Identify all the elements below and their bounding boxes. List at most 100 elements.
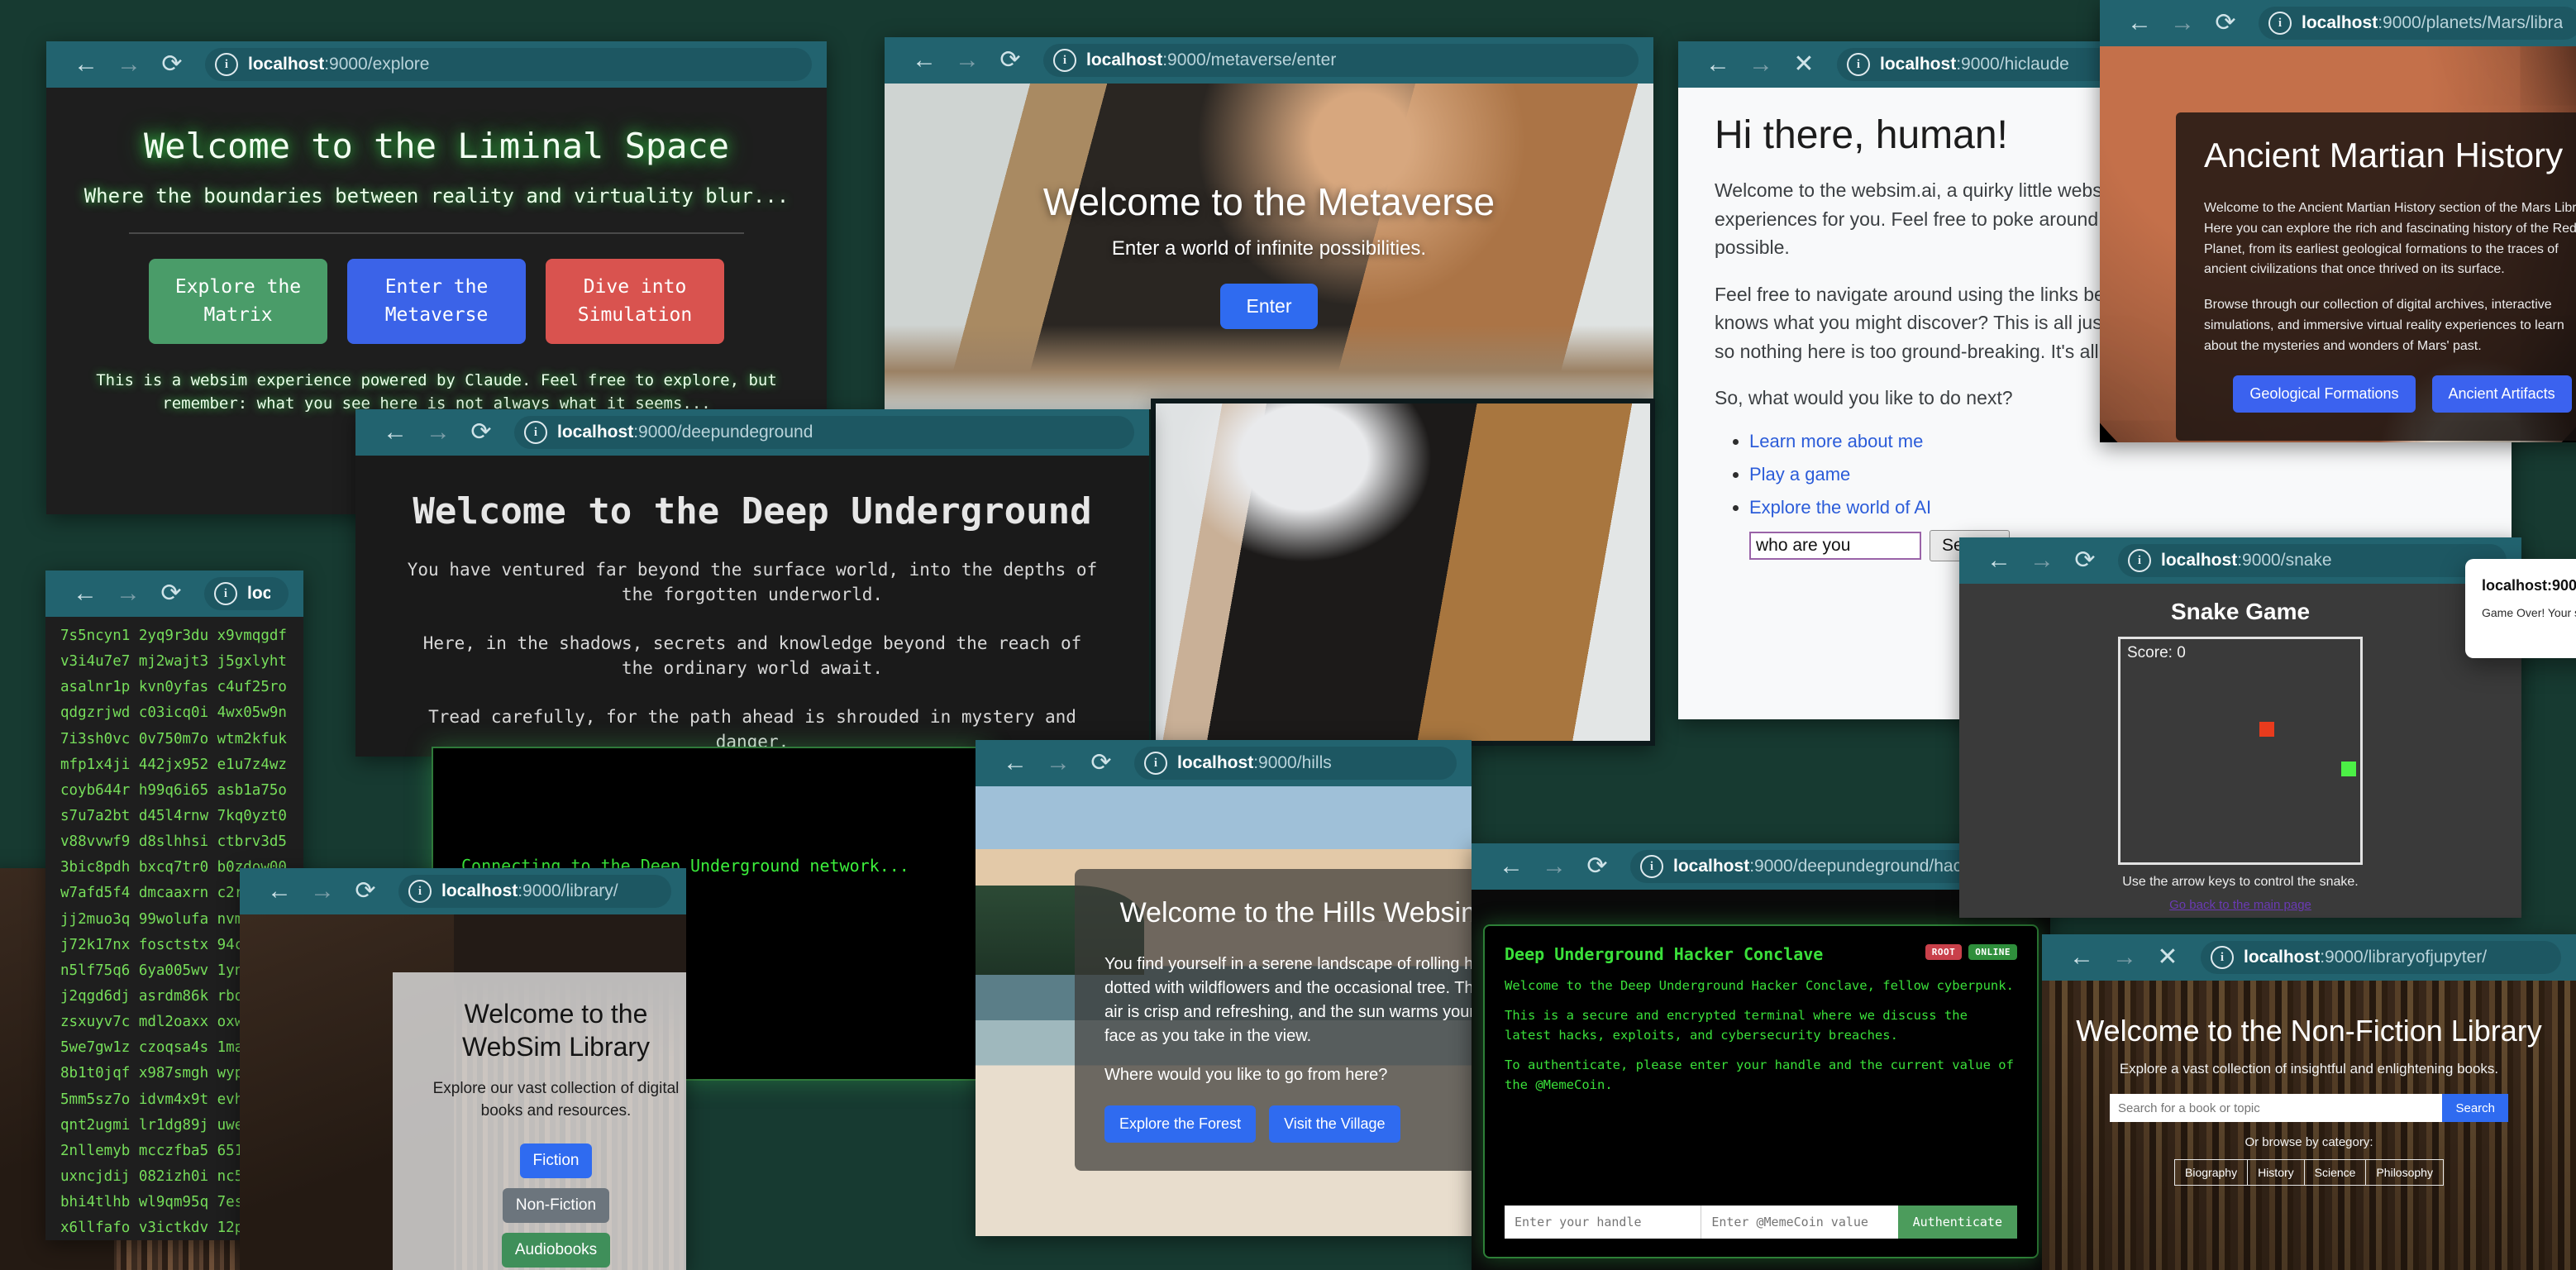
site-info-icon[interactable]: i bbox=[1053, 49, 1076, 72]
browser-chrome: ← → ⟳ i localhost:9000/stream bbox=[45, 571, 303, 617]
memecoin-input[interactable] bbox=[1701, 1206, 1898, 1239]
reload-icon[interactable]: ⟳ bbox=[344, 868, 387, 914]
non-fiction-button[interactable]: Non-Fiction bbox=[502, 1188, 610, 1224]
site-info-icon[interactable]: i bbox=[1847, 53, 1870, 76]
search-input[interactable] bbox=[2110, 1094, 2443, 1122]
site-info-icon[interactable]: i bbox=[524, 421, 547, 444]
back-icon[interactable]: ← bbox=[2118, 0, 2161, 46]
snake-game-board[interactable]: Score: 0 bbox=[2118, 637, 2363, 865]
stop-icon[interactable]: ✕ bbox=[2146, 934, 2189, 981]
audiobooks-button[interactable]: Audiobooks bbox=[501, 1233, 611, 1268]
reload-icon[interactable]: ⟳ bbox=[150, 41, 193, 88]
forward-icon[interactable]: → bbox=[2020, 537, 2063, 584]
back-icon[interactable]: ← bbox=[1977, 537, 2020, 584]
site-info-icon[interactable]: i bbox=[2128, 549, 2151, 572]
hacker-paragraph-1: Welcome to the Deep Underground Hacker C… bbox=[1505, 978, 2014, 993]
category-science-button[interactable]: Science bbox=[2304, 1159, 2367, 1186]
back-icon[interactable]: ← bbox=[2060, 934, 2103, 981]
reload-icon[interactable]: ⟳ bbox=[1576, 843, 1619, 890]
forward-icon[interactable]: → bbox=[1739, 41, 1782, 88]
reload-icon[interactable]: ⟳ bbox=[1080, 740, 1123, 786]
explore-forest-button[interactable]: Explore the Forest bbox=[1104, 1105, 1257, 1143]
window-snake-game[interactable]: ← → ⟳ i localhost:9000/snake Snake Game … bbox=[1959, 537, 2521, 918]
page-title: Welcome to the Deep Underground bbox=[413, 490, 1092, 532]
window-non-fiction-library[interactable]: ← → ✕ i localhost:9000/libraryofjupyter/… bbox=[2042, 934, 2576, 1270]
forward-icon[interactable]: → bbox=[417, 409, 460, 456]
forward-icon[interactable]: → bbox=[2103, 934, 2146, 981]
forward-icon[interactable]: → bbox=[107, 571, 150, 617]
search-input[interactable] bbox=[1749, 531, 1921, 560]
site-info-icon[interactable]: i bbox=[2268, 12, 2292, 35]
reload-icon[interactable]: ⟳ bbox=[150, 571, 193, 617]
url-path: :9000/hiclaude bbox=[1956, 55, 2069, 74]
category-history-button[interactable]: History bbox=[2248, 1159, 2305, 1186]
ancient-artifacts-button[interactable]: Ancient Artifacts bbox=[2431, 375, 2572, 413]
reload-icon[interactable]: ⟳ bbox=[989, 37, 1032, 84]
enter-metaverse-button[interactable]: Enter the Metaverse bbox=[347, 259, 526, 344]
library-panel: Welcome to the WebSim Library Explore ou… bbox=[393, 972, 686, 1270]
geological-formations-button[interactable]: Geological Formations bbox=[2233, 375, 2416, 413]
window-vr-photo[interactable] bbox=[1151, 399, 1655, 746]
browser-chrome: ← → ⟳ i localhost:9000/library/ bbox=[240, 868, 686, 914]
back-to-main-link[interactable]: Go back to the main page bbox=[1959, 898, 2521, 912]
forward-icon[interactable]: → bbox=[301, 868, 344, 914]
address-bar[interactable]: i localhost:9000/libraryofjupyter/ bbox=[2201, 941, 2561, 974]
back-icon[interactable]: ← bbox=[374, 409, 417, 456]
url-host: localhost bbox=[1880, 55, 1957, 74]
forward-icon[interactable]: → bbox=[107, 41, 150, 88]
site-info-icon[interactable]: i bbox=[1640, 855, 1663, 878]
forward-icon[interactable]: → bbox=[1533, 843, 1576, 890]
forward-icon[interactable]: → bbox=[946, 37, 989, 84]
back-icon[interactable]: ← bbox=[903, 37, 946, 84]
fiction-button[interactable]: Fiction bbox=[519, 1143, 593, 1179]
explore-matrix-button[interactable]: Explore the Matrix bbox=[149, 259, 327, 344]
window-hills[interactable]: ← → ⟳ i localhost:9000/hills Welcome to … bbox=[976, 740, 1472, 1236]
back-icon[interactable]: ← bbox=[1490, 843, 1533, 890]
link-play-game[interactable]: Play a game bbox=[1749, 464, 1850, 485]
back-icon[interactable]: ← bbox=[1696, 41, 1739, 88]
reload-icon[interactable]: ⟳ bbox=[2063, 537, 2106, 584]
enter-button[interactable]: Enter bbox=[1219, 284, 1319, 329]
back-icon[interactable]: ← bbox=[64, 571, 107, 617]
window-websim-library[interactable]: ← → ⟳ i localhost:9000/library/ Welcome … bbox=[240, 868, 686, 1270]
search-button[interactable]: Search bbox=[2442, 1094, 2508, 1122]
address-bar[interactable]: i localhost:9000/hills bbox=[1134, 747, 1457, 780]
forward-icon[interactable]: → bbox=[1037, 740, 1080, 786]
forward-icon[interactable]: → bbox=[2161, 0, 2204, 46]
link-learn-more[interactable]: Learn more about me bbox=[1749, 431, 1923, 451]
window-deep-underground[interactable]: ← → ⟳ i localhost:9000/deepundeground We… bbox=[355, 409, 1149, 757]
site-info-icon[interactable]: i bbox=[1144, 752, 1167, 775]
window-metaverse[interactable]: ← → ⟳ i localhost:9000/metaverse/enter W… bbox=[885, 37, 1653, 409]
window-mars-library[interactable]: ← → ⟳ i localhost:9000/planets/Mars/libr… bbox=[2100, 0, 2576, 442]
authenticate-button[interactable]: Authenticate bbox=[1897, 1206, 2017, 1239]
dive-simulation-button[interactable]: Dive into Simulation bbox=[546, 259, 724, 344]
page-subtitle: Enter a world of infinite possibilities. bbox=[1111, 237, 1427, 260]
link-explore-ai[interactable]: Explore the world of AI bbox=[1749, 497, 1931, 518]
reload-icon[interactable]: ⟳ bbox=[2204, 0, 2247, 46]
address-bar[interactable]: i localhost:9000/stream bbox=[204, 577, 289, 610]
back-icon[interactable]: ← bbox=[994, 740, 1037, 786]
back-icon[interactable]: ← bbox=[64, 41, 107, 88]
address-bar[interactable]: i localhost:9000/explore bbox=[205, 48, 812, 81]
address-bar[interactable]: i localhost:9000/planets/Mars/library/an… bbox=[2259, 7, 2576, 40]
handle-input[interactable] bbox=[1505, 1206, 1701, 1239]
category-philosophy-button[interactable]: Philosophy bbox=[2366, 1159, 2444, 1186]
url-path: :9000/library/ bbox=[518, 881, 618, 900]
address-bar[interactable]: i localhost:9000/snake bbox=[2118, 544, 2507, 577]
dialog-game-over[interactable]: localhost:9000 Game Over! Your sc bbox=[2465, 559, 2576, 658]
stop-icon[interactable]: ✕ bbox=[1782, 41, 1825, 88]
browser-chrome: ← → ⟳ i localhost:9000/planets/Mars/libr… bbox=[2100, 0, 2576, 46]
mars-info-card: Ancient Martian History Welcome to the A… bbox=[2176, 112, 2576, 441]
address-bar[interactable]: i localhost:9000/library/ bbox=[398, 875, 671, 908]
visit-village-button[interactable]: Visit the Village bbox=[1269, 1105, 1400, 1143]
category-biography-button[interactable]: Biography bbox=[2174, 1159, 2249, 1186]
site-info-icon[interactable]: i bbox=[2211, 946, 2234, 969]
reload-icon[interactable]: ⟳ bbox=[460, 409, 503, 456]
site-info-icon[interactable]: i bbox=[408, 880, 432, 903]
address-bar[interactable]: i localhost:9000/metaverse/enter bbox=[1043, 44, 1639, 77]
back-icon[interactable]: ← bbox=[258, 868, 301, 914]
page-title: Welcome to the Liminal Space bbox=[143, 126, 729, 166]
address-bar[interactable]: i localhost:9000/deepundeground bbox=[514, 416, 1134, 449]
site-info-icon[interactable]: i bbox=[214, 582, 237, 605]
site-info-icon[interactable]: i bbox=[215, 53, 238, 76]
